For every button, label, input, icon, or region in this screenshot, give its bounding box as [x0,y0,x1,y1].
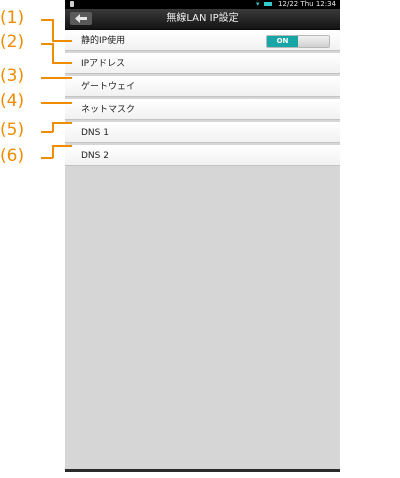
setting-dns-2[interactable]: DNS 2 [65,145,340,166]
leader-line-3 [41,77,72,79]
page-title: 無線LAN IP設定 [166,13,239,24]
setting-netmask[interactable]: ネットマスク [65,99,340,120]
callout-1: (1) [0,8,25,28]
callout-2: (2) [0,32,25,52]
setting-ip-address[interactable]: IPアドレス [65,53,340,74]
leader-line-1 [52,19,54,41]
setting-label: DNS 1 [81,128,109,138]
setting-gateway[interactable]: ゲートウェイ [65,76,340,97]
settings-list: 静的IP使用 ON IPアドレス ゲートウェイ ネットマスク DNS 1 DNS… [65,30,340,168]
screen: ▾ 12/22 Thu 12:34 無線LAN IP設定 静的IP使用 ON I… [65,0,340,472]
toggle-on-label: ON [267,36,298,47]
setting-label: DNS 2 [81,151,109,161]
title-bar: 無線LAN IP設定 [65,9,340,30]
setting-label: ネットマスク [81,105,136,115]
setting-label: ゲートウェイ [81,82,136,92]
callout-6: (6) [0,146,25,166]
sim-card-icon [70,1,74,7]
callout-5: (5) [0,120,25,140]
leader-line-2 [52,62,72,64]
setting-label: IPアドレス [81,59,126,69]
setting-label: 静的IP使用 [81,36,126,46]
battery-icon [264,2,272,6]
callout-4: (4) [0,91,25,111]
status-bar: ▾ 12/22 Thu 12:34 [65,0,340,9]
status-time: 12/22 Thu 12:34 [278,0,336,8]
leader-line-2 [52,43,54,63]
callout-3: (3) [0,66,25,86]
leader-line-1 [52,40,72,42]
screen-bottom-edge [65,469,340,472]
leader-line-6 [52,145,72,147]
setting-static-ip[interactable]: 静的IP使用 ON [65,30,340,51]
leader-line-4 [41,102,72,104]
toggle-off-side [298,36,329,47]
wifi-signal-icon: ▾ [256,0,260,8]
setting-dns-1[interactable]: DNS 1 [65,122,340,143]
static-ip-toggle[interactable]: ON [266,35,330,48]
leader-line-5 [52,122,72,124]
